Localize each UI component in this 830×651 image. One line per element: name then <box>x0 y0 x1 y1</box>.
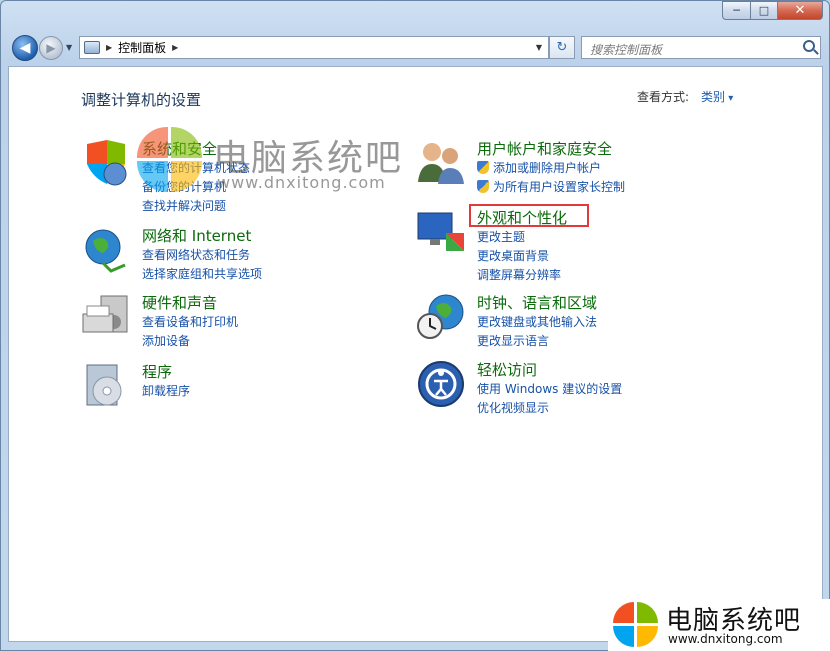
link-troubleshoot[interactable]: 查找并解决问题 <box>142 197 250 216</box>
forward-arrow-icon: ▶ <box>46 41 56 55</box>
watermark-url: www.dnxitong.com <box>217 173 386 192</box>
refresh-icon: ↻ <box>556 40 568 55</box>
link-change-desktop-background[interactable]: 更改桌面背景 <box>477 247 561 266</box>
breadcrumb-separator-icon[interactable]: ▶ <box>106 43 112 52</box>
link-change-display-language[interactable]: 更改显示语言 <box>477 332 597 351</box>
link-add-remove-accounts[interactable]: 添加或删除用户帐户 <box>477 159 625 178</box>
link-network-status[interactable]: 查看网络状态和任务 <box>142 246 262 265</box>
watermark-url: www.dnxitong.com <box>668 632 783 646</box>
control-panel-icon <box>84 41 100 54</box>
category-title[interactable]: 程序 <box>142 361 172 382</box>
windows-flag-icon <box>613 602 659 648</box>
view-by-dropdown[interactable]: 类别 <box>701 88 733 105</box>
globe-network-icon <box>85 229 126 273</box>
breadcrumb-separator-icon[interactable]: ▶ <box>172 43 178 52</box>
close-button[interactable]: ✕ <box>777 1 823 20</box>
link-optimize-video[interactable]: 优化视频显示 <box>477 399 622 418</box>
caption-buttons: ─ □ ✕ <box>722 1 823 20</box>
watermark-center: 电脑系统吧 www.dnxitong.com <box>137 127 437 197</box>
link-homegroup-sharing[interactable]: 选择家庭组和共享选项 <box>142 265 262 284</box>
link-uninstall-program[interactable]: 卸载程序 <box>142 382 190 401</box>
link-add-device[interactable]: 添加设备 <box>142 332 238 351</box>
link-devices-printers[interactable]: 查看设备和打印机 <box>142 313 238 332</box>
search-placeholder: 搜索控制面板 <box>590 43 663 57</box>
page-title: 调整计算机的设置 <box>81 91 202 109</box>
category-title[interactable]: 用户帐户和家庭安全 <box>477 138 612 159</box>
content-pane: 调整计算机的设置 查看方式: 类别 系统和安全 查看您的计算机状态 备份您的计算… <box>8 66 823 642</box>
view-by-label: 查看方式: <box>637 90 690 104</box>
address-dropdown-icon[interactable]: ▼ <box>536 43 542 52</box>
category-title[interactable]: 轻松访问 <box>477 359 537 380</box>
shield-icon <box>87 140 127 186</box>
highlight-box <box>469 204 589 227</box>
category-title[interactable]: 时钟、语言和区域 <box>477 292 597 313</box>
printer-icon <box>82 295 128 333</box>
maximize-button[interactable]: □ <box>750 1 777 20</box>
link-parental-controls[interactable]: 为所有用户设置家长控制 <box>477 178 625 197</box>
link-change-theme[interactable]: 更改主题 <box>477 228 561 247</box>
breadcrumb-control-panel[interactable]: 控制面板 <box>118 39 166 56</box>
address-bar[interactable]: ▶ 控制面板 ▶ ▼ <box>79 36 549 59</box>
link-adjust-resolution[interactable]: 调整屏幕分辨率 <box>477 266 561 285</box>
forward-button[interactable]: ▶ <box>39 36 63 60</box>
link-change-keyboard[interactable]: 更改键盘或其他输入法 <box>477 313 597 332</box>
back-button[interactable]: ◀ <box>12 35 38 61</box>
category-title[interactable]: 网络和 Internet <box>142 225 251 246</box>
category-title[interactable]: 硬件和声音 <box>142 292 217 313</box>
refresh-button[interactable]: ↻ <box>549 36 575 59</box>
programs-disc-icon <box>86 364 122 406</box>
clock-globe-icon <box>417 294 464 339</box>
recent-pages-dropdown[interactable]: ▼ <box>66 43 72 52</box>
display-palette-icon <box>417 212 464 251</box>
control-panel-window: ─ □ ✕ ◀ ▶ ▼ ▶ 控制面板 ▶ ▼ ↻ 搜索控制面板 调整计算机的设置… <box>0 0 830 651</box>
watermark-corner: 电脑系统吧 www.dnxitong.com <box>608 599 830 651</box>
windows-flag-icon <box>137 127 203 193</box>
search-input[interactable]: 搜索控制面板 <box>581 36 821 59</box>
back-arrow-icon: ◀ <box>19 40 31 56</box>
search-icon[interactable] <box>803 40 815 52</box>
ease-of-access-icon <box>418 361 464 407</box>
link-recommended-settings[interactable]: 使用 Windows 建议的设置 <box>477 380 622 399</box>
minimize-button[interactable]: ─ <box>722 1 750 20</box>
